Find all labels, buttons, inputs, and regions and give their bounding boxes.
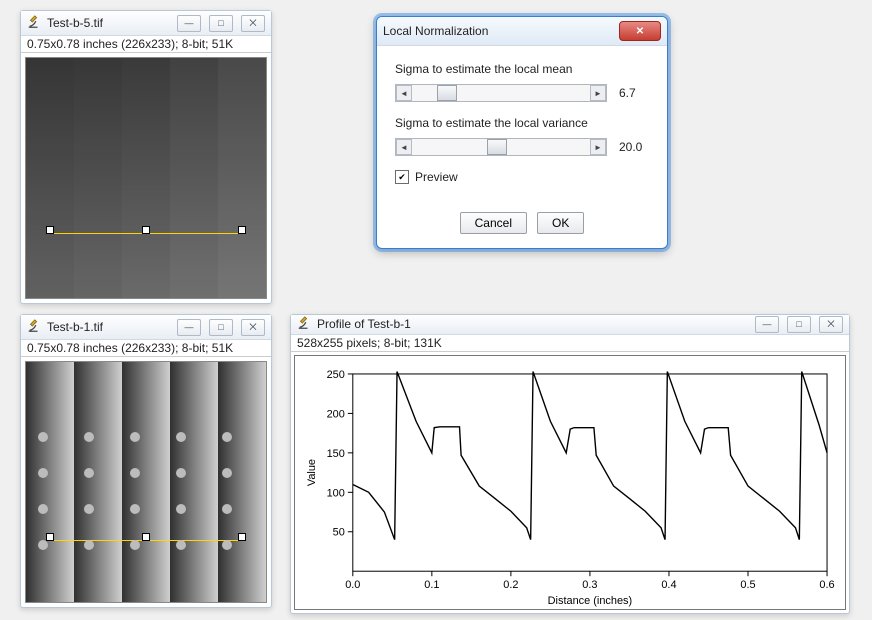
handle-start[interactable] bbox=[46, 226, 54, 234]
sample-dot bbox=[38, 432, 48, 442]
var-sigma-label: Sigma to estimate the local variance bbox=[395, 116, 649, 130]
dialog-close-button[interactable]: ✕ bbox=[619, 21, 661, 41]
svg-text:100: 100 bbox=[327, 487, 345, 499]
minimize-button[interactable]: — bbox=[755, 316, 779, 333]
sample-dot bbox=[38, 504, 48, 514]
microscope-icon bbox=[27, 319, 41, 336]
sample-dot bbox=[130, 504, 140, 514]
sample-dot bbox=[38, 468, 48, 478]
svg-text:0.3: 0.3 bbox=[582, 579, 597, 591]
minimize-button[interactable]: — bbox=[177, 15, 201, 32]
microscope-icon bbox=[27, 15, 41, 32]
close-button[interactable]: ⨉ bbox=[241, 319, 265, 336]
dialog-titlebar[interactable]: Local Normalization ✕ bbox=[377, 17, 667, 46]
window-title: Test-b-5.tif bbox=[47, 16, 103, 30]
svg-text:150: 150 bbox=[327, 448, 345, 460]
sample-dot bbox=[84, 432, 94, 442]
sample-dot bbox=[84, 540, 94, 550]
slider-thumb[interactable] bbox=[437, 85, 457, 101]
sample-dot bbox=[38, 540, 48, 550]
handle-mid[interactable] bbox=[142, 226, 150, 234]
slider-arrow-right[interactable]: ► bbox=[590, 85, 606, 101]
maximize-button[interactable]: □ bbox=[209, 319, 233, 336]
svg-text:250: 250 bbox=[327, 369, 345, 381]
svg-text:0.4: 0.4 bbox=[661, 579, 676, 591]
image-info: 528x255 pixels; 8-bit; 131K bbox=[291, 335, 849, 352]
line-selection[interactable] bbox=[46, 233, 246, 234]
maximize-button[interactable]: □ bbox=[209, 15, 233, 32]
slider-arrow-left[interactable]: ◄ bbox=[396, 139, 412, 155]
svg-text:50: 50 bbox=[333, 527, 345, 539]
window-titlebar[interactable]: Test-b-1.tif — □ ⨉ bbox=[21, 315, 271, 340]
sample-dot bbox=[176, 468, 186, 478]
svg-text:Distance (inches): Distance (inches) bbox=[548, 595, 633, 607]
svg-text:200: 200 bbox=[327, 408, 345, 420]
slider-arrow-right[interactable]: ► bbox=[590, 139, 606, 155]
svg-text:0.1: 0.1 bbox=[424, 579, 439, 591]
minimize-button[interactable]: — bbox=[177, 319, 201, 336]
image-canvas[interactable] bbox=[25, 361, 267, 603]
preview-label: Preview bbox=[415, 170, 458, 184]
handle-end[interactable] bbox=[238, 226, 246, 234]
svg-text:Value: Value bbox=[306, 459, 318, 486]
sample-dot bbox=[130, 468, 140, 478]
image-window-testb1: Test-b-1.tif — □ ⨉ 0.75x0.78 inches (226… bbox=[20, 314, 272, 608]
image-canvas[interactable] bbox=[25, 57, 267, 299]
sample-dot bbox=[222, 432, 232, 442]
image-info: 0.75x0.78 inches (226x233); 8-bit; 51K bbox=[21, 36, 271, 53]
handle-start[interactable] bbox=[46, 533, 54, 541]
profile-plot-window: Profile of Test-b-1 — □ ⨉ 528x255 pixels… bbox=[290, 314, 850, 614]
svg-text:0.5: 0.5 bbox=[740, 579, 755, 591]
sample-dot bbox=[130, 432, 140, 442]
mean-sigma-slider[interactable]: ◄ ► bbox=[395, 84, 607, 102]
var-sigma-slider[interactable]: ◄ ► bbox=[395, 138, 607, 156]
window-title: Profile of Test-b-1 bbox=[317, 317, 411, 331]
sample-dot bbox=[84, 504, 94, 514]
preview-checkbox[interactable]: ✔ bbox=[395, 170, 409, 184]
svg-text:0.2: 0.2 bbox=[503, 579, 518, 591]
dialog-title: Local Normalization bbox=[383, 24, 488, 38]
maximize-button[interactable]: □ bbox=[787, 316, 811, 333]
profile-chart[interactable]: 50 100 150 200 250 0.0 0.1 0.2 0.3 0.4 0.5 0.6 Dista… bbox=[294, 355, 846, 610]
svg-text:0.6: 0.6 bbox=[819, 579, 834, 591]
window-title: Test-b-1.tif bbox=[47, 320, 103, 334]
sample-dot bbox=[222, 540, 232, 550]
ok-button[interactable]: OK bbox=[537, 212, 584, 234]
close-button[interactable]: ⨉ bbox=[241, 15, 265, 32]
sample-dot bbox=[176, 432, 186, 442]
window-titlebar[interactable]: Test-b-5.tif — □ ⨉ bbox=[21, 11, 271, 36]
sample-dot bbox=[222, 504, 232, 514]
slider-thumb[interactable] bbox=[487, 139, 507, 155]
mean-sigma-value: 6.7 bbox=[619, 86, 649, 100]
sample-dot bbox=[176, 540, 186, 550]
cancel-button[interactable]: Cancel bbox=[460, 212, 527, 234]
local-normalization-dialog: Local Normalization ✕ Sigma to estimate … bbox=[376, 16, 668, 249]
sample-dot bbox=[176, 504, 186, 514]
sample-dot bbox=[222, 468, 232, 478]
microscope-icon bbox=[297, 316, 311, 333]
slider-arrow-left[interactable]: ◄ bbox=[396, 85, 412, 101]
sample-dot bbox=[130, 540, 140, 550]
var-sigma-value: 20.0 bbox=[619, 140, 649, 154]
handle-mid[interactable] bbox=[142, 533, 150, 541]
handle-end[interactable] bbox=[238, 533, 246, 541]
sample-dot bbox=[84, 468, 94, 478]
mean-sigma-label: Sigma to estimate the local mean bbox=[395, 62, 649, 76]
image-info: 0.75x0.78 inches (226x233); 8-bit; 51K bbox=[21, 340, 271, 357]
window-titlebar[interactable]: Profile of Test-b-1 — □ ⨉ bbox=[291, 315, 849, 335]
svg-text:0.0: 0.0 bbox=[345, 579, 360, 591]
line-selection[interactable] bbox=[46, 540, 246, 541]
image-window-testb5: Test-b-5.tif — □ ⨉ 0.75x0.78 inches (226… bbox=[20, 10, 272, 304]
close-button[interactable]: ⨉ bbox=[819, 316, 843, 333]
